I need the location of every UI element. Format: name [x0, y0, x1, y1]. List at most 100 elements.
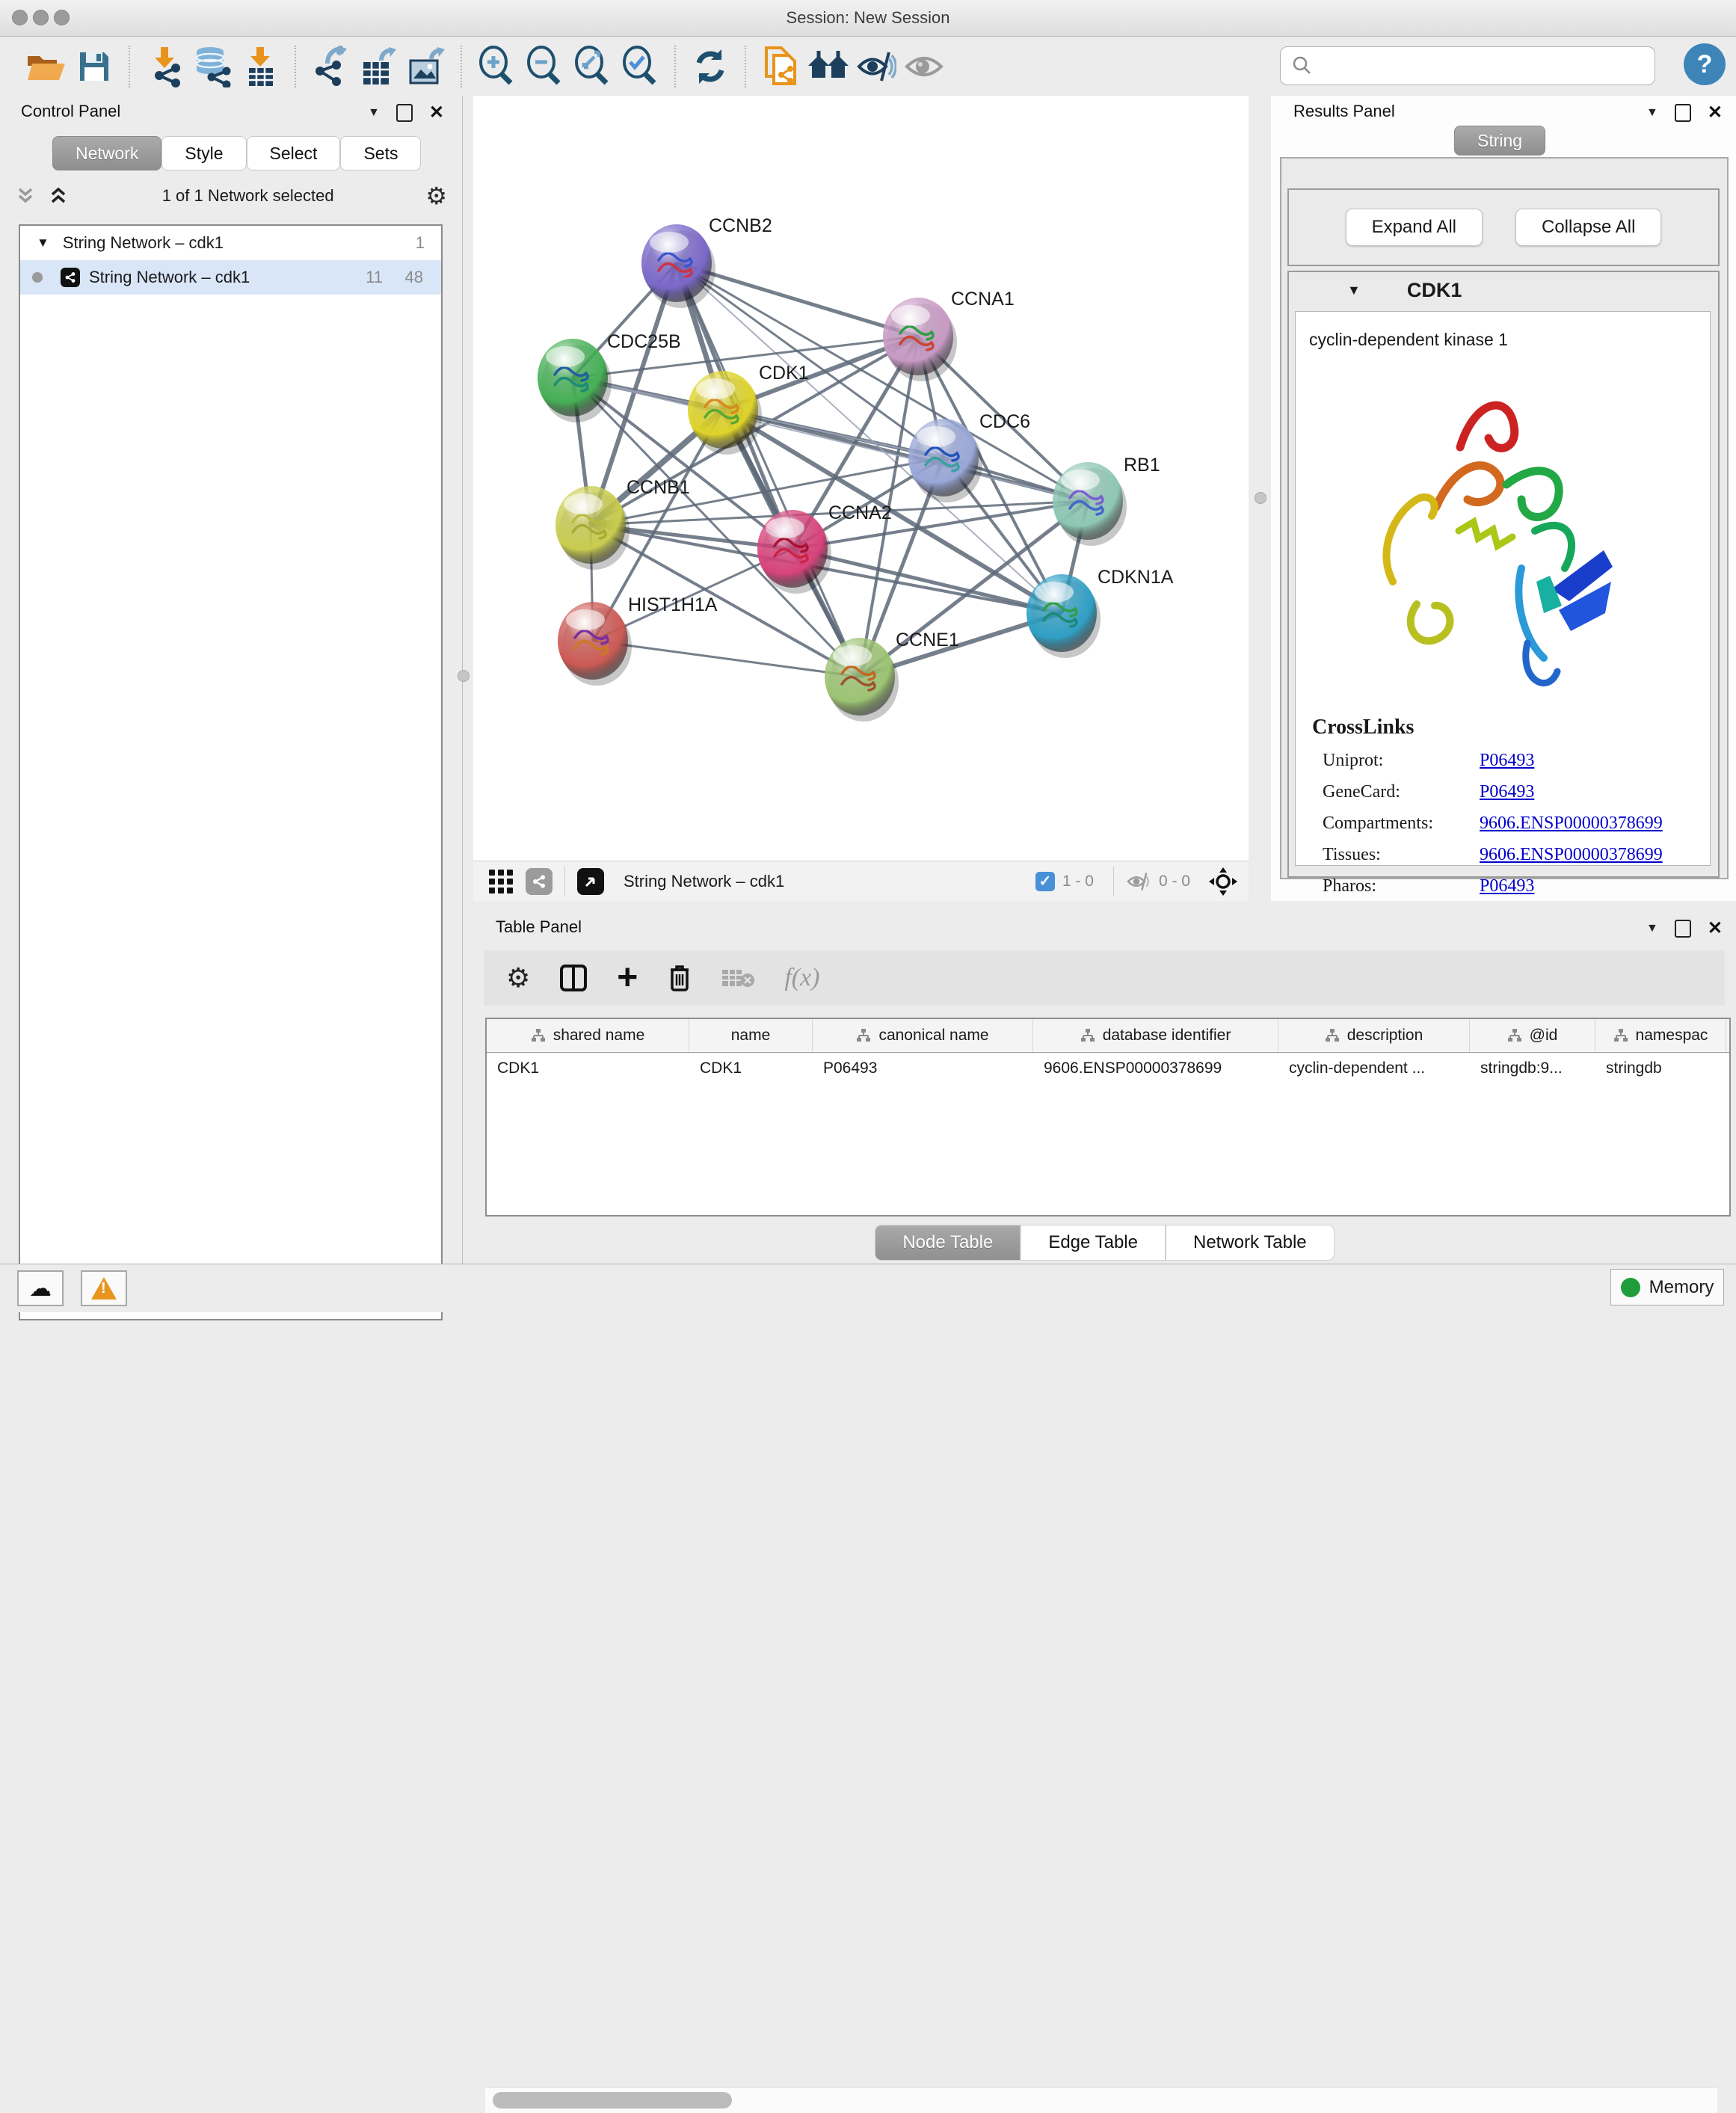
zoom-selected-button[interactable]	[616, 44, 664, 89]
network-options-gear-icon[interactable]: ⚙	[425, 182, 447, 210]
gene-section-caret-icon[interactable]: ▼	[1347, 283, 1361, 298]
export-table-button[interactable]	[354, 44, 402, 89]
table-cell[interactable]: cyclin-dependent ...	[1278, 1053, 1470, 1084]
column-header-description[interactable]: description	[1278, 1019, 1470, 1052]
expand-all-button[interactable]: Expand All	[1346, 209, 1483, 246]
column-header-shared-name[interactable]: shared name	[487, 1019, 689, 1052]
left-splitter-handle[interactable]	[458, 670, 470, 682]
results-panel-close-icon[interactable]: ✕	[1708, 102, 1723, 123]
node-CCNE1[interactable]: CCNE1	[825, 630, 959, 722]
table-cell[interactable]: CDK1	[689, 1053, 813, 1084]
tab-style[interactable]: Style	[161, 136, 246, 170]
collapse-all-icon[interactable]	[15, 186, 37, 206]
tree-caret-icon[interactable]: ▼	[37, 236, 49, 250]
zoom-in-button[interactable]	[473, 44, 520, 89]
node-table[interactable]: shared namenamecanonical name database id…	[485, 1018, 1731, 1217]
add-column-icon[interactable]: +	[617, 965, 638, 991]
table-cell[interactable]: CDK1	[487, 1053, 689, 1084]
tab-sets[interactable]: Sets	[340, 136, 421, 170]
import-network-database-button[interactable]	[188, 44, 236, 89]
node-CDKN1A[interactable]: CDKN1A	[1026, 567, 1174, 658]
column-header-namespac[interactable]: namespac	[1595, 1019, 1726, 1052]
table-cell[interactable]: stringdb:9...	[1470, 1053, 1595, 1084]
node-HIST1H1A[interactable]: HIST1H1A	[558, 594, 718, 686]
node-RB1[interactable]: RB1	[1053, 455, 1160, 546]
table-horizontal-scrollbar[interactable]	[485, 2087, 1717, 2113]
crosslink-value-link[interactable]: P06493	[1480, 782, 1534, 802]
tab-string[interactable]: String	[1454, 126, 1545, 156]
table-cell[interactable]: P06493	[813, 1053, 1033, 1084]
table-options-gear-icon[interactable]: ⚙	[506, 962, 530, 994]
tab-network-table[interactable]: Network Table	[1166, 1225, 1335, 1261]
node-CCNB1[interactable]: CCNB1	[555, 477, 690, 570]
open-session-button[interactable]	[22, 44, 70, 89]
home-button[interactable]	[804, 44, 852, 89]
control-panel-close-icon[interactable]: ✕	[429, 102, 444, 123]
tab-network[interactable]: Network	[52, 136, 161, 170]
birdseye-view-icon[interactable]	[577, 868, 604, 895]
crosslink-value-link[interactable]: P06493	[1480, 751, 1534, 771]
column-header-database-identifier[interactable]: database identifier	[1033, 1019, 1278, 1052]
control-panel-float-icon[interactable]	[396, 104, 413, 122]
table-cell[interactable]: 9606.ENSP00000378699	[1033, 1053, 1278, 1084]
column-header-label: database identifier	[1103, 1027, 1231, 1045]
results-panel-float-icon[interactable]	[1675, 104, 1691, 122]
network-view-type-icon[interactable]	[526, 868, 552, 895]
crosslink-label: Tissues:	[1296, 845, 1480, 865]
help-button[interactable]: ?	[1684, 43, 1726, 85]
export-image-button[interactable]	[402, 44, 450, 89]
collapse-all-button[interactable]: Collapse All	[1515, 209, 1661, 246]
network-graph[interactable]: CCNB2CCNA1CDC25BCDK1CDC6RB1CCNB1CCNA2CDK…	[473, 96, 1249, 861]
tab-edge-table[interactable]: Edge Table	[1021, 1225, 1166, 1261]
column-header-canonical-name[interactable]: canonical name	[813, 1019, 1033, 1052]
import-network-file-button[interactable]	[141, 44, 188, 89]
memory-button[interactable]: Memory	[1610, 1269, 1724, 1305]
node-CCNB2[interactable]: CCNB2	[641, 215, 772, 308]
delete-column-trash-icon[interactable]	[668, 964, 692, 992]
node-CCNA2[interactable]: CCNA2	[757, 502, 892, 594]
table-row[interactable]: CDK1CDK1P064939606.ENSP00000378699cyclin…	[487, 1053, 1729, 1084]
hidden-eye-slash-icon[interactable]	[1126, 871, 1151, 892]
pan-crosshair-icon[interactable]	[1208, 867, 1238, 896]
hide-selected-button[interactable]	[852, 44, 900, 89]
zoom-fit-button[interactable]	[568, 44, 616, 89]
results-panel-collapse-icon[interactable]: ▼	[1646, 106, 1658, 120]
network-row[interactable]: String Network – cdk1 11 48	[20, 260, 441, 295]
duplicate-network-button[interactable]	[757, 44, 804, 89]
network-canvas[interactable]: CCNB2CCNA1CDC25BCDK1CDC6RB1CCNB1CCNA2CDK…	[463, 96, 1271, 861]
column-header-name[interactable]: name	[689, 1019, 813, 1052]
crosslink-value-link[interactable]: 9606.ENSP00000378699	[1480, 813, 1663, 834]
search-input[interactable]	[1321, 56, 1655, 76]
import-table-button[interactable]	[236, 44, 284, 89]
node-CCNA1[interactable]: CCNA1	[883, 289, 1015, 381]
show-all-button[interactable]	[900, 44, 948, 89]
crosslink-value-link[interactable]: 9606.ENSP00000378699	[1480, 845, 1663, 865]
expand-all-icon[interactable]	[48, 186, 70, 206]
edge-HIST1H1A-CCNE1[interactable]	[593, 641, 860, 677]
table-panel-float-icon[interactable]	[1675, 920, 1691, 938]
tab-node-table[interactable]: Node Table	[875, 1225, 1021, 1261]
scrollbar-thumb[interactable]	[493, 2092, 732, 2109]
table-panel-close-icon[interactable]: ✕	[1708, 917, 1723, 939]
cloud-status-button[interactable]: ☁	[17, 1270, 64, 1306]
network-collection-row[interactable]: ▼ String Network – cdk1 1	[20, 226, 441, 260]
function-builder-icon[interactable]: f(x)	[784, 964, 819, 992]
table-cell[interactable]: stringdb	[1595, 1053, 1726, 1084]
crosslink-value-link[interactable]: P06493	[1480, 876, 1534, 896]
selected-nodes-checkbox[interactable]: ✓	[1035, 872, 1055, 891]
warnings-button[interactable]	[81, 1270, 127, 1306]
node-CDC25B[interactable]: CDC25B	[538, 331, 681, 422]
table-panel-collapse-icon[interactable]: ▼	[1646, 922, 1658, 935]
tab-select[interactable]: Select	[247, 136, 341, 170]
save-session-button[interactable]	[70, 44, 118, 89]
control-panel-collapse-icon[interactable]: ▼	[368, 106, 380, 120]
right-splitter-handle[interactable]	[1255, 492, 1266, 504]
column-header-@id[interactable]: @id	[1470, 1019, 1595, 1052]
show-columns-icon[interactable]	[560, 965, 587, 991]
refresh-layout-button[interactable]	[686, 44, 734, 89]
grid-view-icon[interactable]	[488, 869, 514, 894]
zoom-out-button[interactable]	[520, 44, 568, 89]
export-network-button[interactable]	[307, 44, 354, 89]
import-network-icon	[146, 46, 183, 87]
edge-count: 48	[405, 268, 423, 287]
